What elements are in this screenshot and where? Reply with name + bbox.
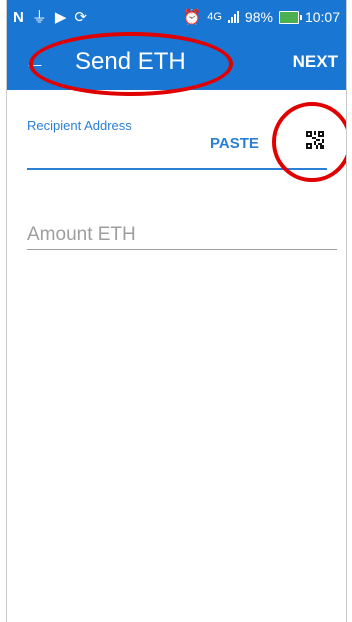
status-bar: N ⏚ ▶ ⟳ ⏰ 4G 98% 10:07 <box>7 0 346 34</box>
status-time: 10:07 <box>304 9 340 25</box>
alarm-icon: ⏰ <box>182 8 202 26</box>
page-title: Send ETH <box>75 48 186 75</box>
qr-code-icon[interactable] <box>306 131 324 149</box>
status-right-icons: ⏰ 4G 98% 10:07 <box>183 0 340 34</box>
next-button[interactable]: NEXT <box>293 48 338 76</box>
battery-percent: 98% <box>244 9 273 25</box>
usb-icon: ⏚ <box>31 8 47 26</box>
amount-underline <box>27 249 337 250</box>
app-bar: ← Send ETH NEXT <box>7 34 346 90</box>
recipient-address-field[interactable] <box>27 168 327 170</box>
sync-icon: ⟳ <box>74 8 87 26</box>
signal-icon <box>227 11 239 23</box>
arrow-left-icon: ← <box>24 49 46 74</box>
recipient-address-label: Recipient Address <box>27 118 132 133</box>
network-type: 4G <box>207 11 222 23</box>
paste-button[interactable]: PASTE <box>210 135 259 152</box>
notification-n-icon: N <box>13 8 24 26</box>
back-button[interactable]: ← <box>19 46 51 78</box>
amount-eth-input[interactable] <box>27 222 337 248</box>
status-left-icons: N ⏚ ▶ ⟳ <box>13 0 87 34</box>
battery-icon <box>278 10 302 24</box>
cast-icon: ▶ <box>54 8 67 26</box>
app-frame: N ⏚ ▶ ⟳ ⏰ 4G 98% 10:07 ← Send ETH NEXT R… <box>6 0 347 622</box>
